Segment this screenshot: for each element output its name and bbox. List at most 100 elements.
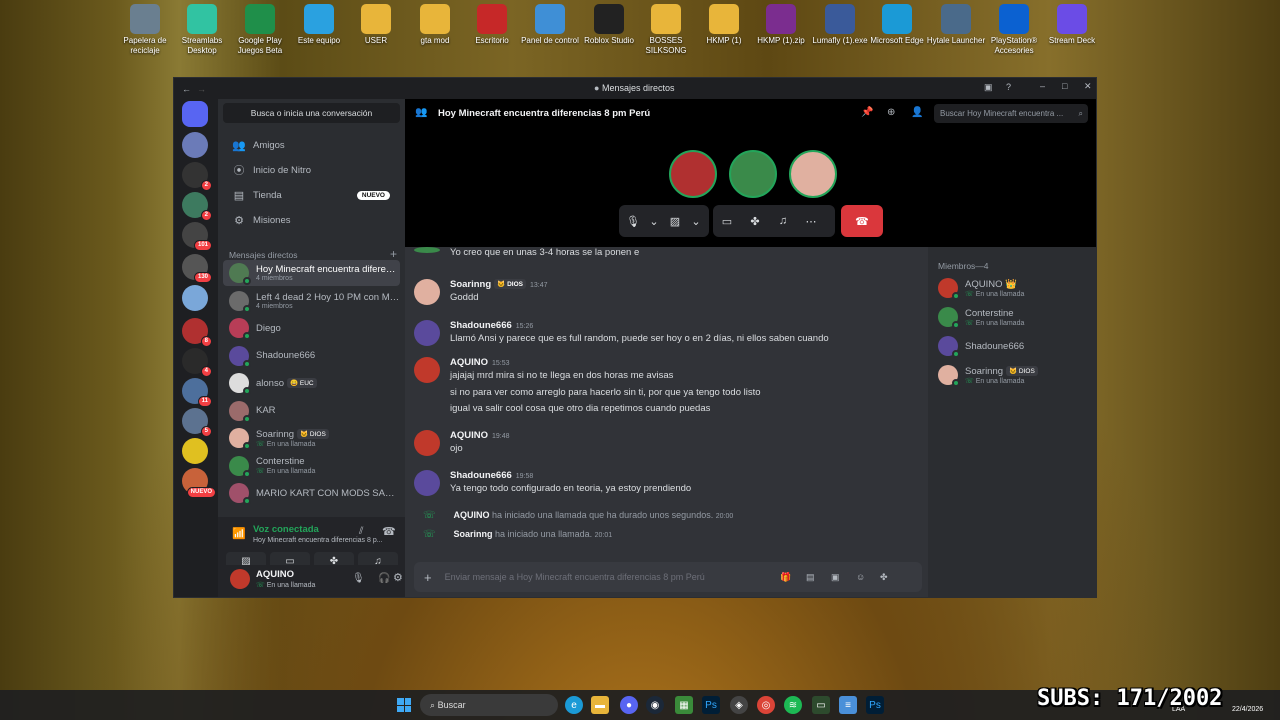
- maximize-button[interactable]: □: [1062, 81, 1067, 91]
- attach-plus-icon[interactable]: +: [424, 570, 432, 585]
- member-item[interactable]: Shadoune666: [938, 334, 1024, 358]
- desktop-shortcut[interactable]: gta mod: [405, 4, 465, 46]
- close-button[interactable]: ✕: [1084, 81, 1092, 92]
- camera-off-icon[interactable]: ▨: [661, 207, 689, 235]
- avatar[interactable]: [414, 279, 440, 305]
- microphone-icon[interactable]: 🎙: [619, 207, 647, 235]
- dm-item[interactable]: KAR: [223, 398, 400, 424]
- message-author[interactable]: Shadoune666 19:58: [450, 470, 533, 481]
- back-arrow-icon[interactable]: ←: [182, 84, 191, 94]
- gif-icon[interactable]: ▤: [806, 572, 815, 583]
- server-icon[interactable]: 4: [182, 348, 212, 377]
- server-icon[interactable]: [182, 438, 208, 464]
- photoshop-icon[interactable]: Ps: [702, 696, 720, 714]
- noise-suppression-icon[interactable]: ⫽: [359, 526, 363, 537]
- sticker-icon[interactable]: ▣: [831, 572, 840, 583]
- pin-icon[interactable]: 📌: [861, 107, 873, 118]
- avatar[interactable]: [414, 320, 440, 346]
- nav-item-inicio[interactable]: ⦿ Inicio de Nitro: [223, 159, 400, 181]
- notepad-icon[interactable]: ≡: [839, 696, 857, 714]
- terminal-icon[interactable]: ▭: [812, 696, 830, 714]
- hang-up-button[interactable]: ☎: [841, 205, 883, 237]
- dm-item[interactable]: alonso 😀 EUC: [223, 370, 400, 396]
- dm-item[interactable]: Soarinng 🐱 DIOS ☏ En una llamada: [223, 425, 400, 451]
- member-item[interactable]: Conterstine ☏ En una llamada: [938, 305, 1024, 329]
- desktop-shortcut[interactable]: HKMP (1).zip: [751, 4, 811, 46]
- desktop-shortcut[interactable]: Escritorio: [462, 4, 522, 46]
- photoshop-icon[interactable]: Ps: [866, 696, 884, 714]
- server-icon[interactable]: [182, 285, 208, 311]
- desktop-shortcut[interactable]: Lumafly (1).exe: [810, 4, 870, 46]
- avatar[interactable]: [414, 357, 440, 383]
- chrome-icon[interactable]: ◎: [757, 696, 775, 714]
- call-participant-avatar[interactable]: [669, 150, 717, 198]
- user-avatar[interactable]: [230, 569, 250, 589]
- message-author[interactable]: Shadoune666 15:26: [450, 320, 533, 331]
- message-author[interactable]: Soarinng 🐱 DIOS 13:47: [450, 279, 548, 290]
- clock-date[interactable]: 22/4/2026: [1232, 706, 1263, 713]
- server-icon[interactable]: 11: [182, 378, 212, 407]
- desktop-shortcut[interactable]: Hytale Launcher: [926, 4, 986, 46]
- server-icon[interactable]: 5: [182, 408, 212, 437]
- nav-item-amigos[interactable]: 👥 Amigos: [223, 134, 400, 156]
- desktop-shortcut[interactable]: USER: [346, 4, 406, 46]
- more-options-icon[interactable]: ⋯: [797, 207, 825, 235]
- chevron-down-icon[interactable]: ⌄: [647, 207, 661, 235]
- desktop-shortcut[interactable]: Roblox Studio: [579, 4, 639, 46]
- message-input[interactable]: Enviar mensaje a Hoy Minecraft encuentra…: [445, 572, 705, 582]
- taskbar-search[interactable]: ⌕ Buscar: [420, 694, 558, 716]
- dm-search-button[interactable]: Busca o inicia una conversación: [223, 103, 400, 123]
- dm-item[interactable]: Left 4 dead 2 Hoy 10 PM con Miembros4 mi…: [223, 288, 400, 314]
- discord-icon[interactable]: ●: [620, 696, 638, 714]
- edge-icon[interactable]: e: [565, 696, 583, 714]
- avatar[interactable]: [414, 430, 440, 456]
- system-author[interactable]: Soarinng: [454, 529, 493, 539]
- server-icon[interactable]: 130: [182, 254, 212, 283]
- steam-icon[interactable]: ◉: [646, 696, 664, 714]
- forward-arrow-icon[interactable]: →: [197, 84, 206, 94]
- disconnect-icon[interactable]: ☎: [382, 525, 396, 538]
- file-explorer-icon[interactable]: ▬: [591, 696, 609, 714]
- minecraft-icon[interactable]: ▦: [675, 696, 693, 714]
- server-icon[interactable]: NUEVO: [182, 468, 216, 498]
- add-friends-icon[interactable]: ⊕: [887, 107, 895, 118]
- desktop-shortcut[interactable]: Papelera de reciclaje: [115, 4, 175, 56]
- nav-item-tienda[interactable]: ▤ Tienda NUEVO: [223, 184, 400, 206]
- server-icon[interactable]: 8: [182, 318, 212, 347]
- start-windows-icon[interactable]: [397, 698, 411, 712]
- activities-icon[interactable]: ✤: [741, 207, 769, 235]
- help-icon[interactable]: ?: [1006, 82, 1011, 92]
- dm-item[interactable]: Conterstine ☏ En una llamada: [223, 453, 400, 479]
- desktop-shortcut[interactable]: Stream Deck: [1042, 4, 1102, 46]
- desktop-shortcut[interactable]: Panel de control: [520, 4, 580, 46]
- settings-gear-icon[interactable]: ⚙: [393, 571, 403, 584]
- dm-item[interactable]: Shadoune666: [223, 343, 400, 369]
- member-list-icon[interactable]: 👤: [911, 107, 923, 118]
- call-participant-avatar[interactable]: [729, 150, 777, 198]
- nav-item-misiones[interactable]: ⚙ Misiones: [223, 209, 400, 231]
- share-screen-icon[interactable]: ▭: [713, 207, 741, 235]
- member-item[interactable]: Soarinng 🐱 DIOS ☏ En una llamada: [938, 363, 1038, 387]
- message-author[interactable]: AQUINO 15:53: [450, 357, 510, 368]
- soundboard-icon[interactable]: ♫: [769, 207, 797, 235]
- user-name[interactable]: AQUINO: [256, 569, 294, 580]
- message-author[interactable]: AQUINO 19:48: [450, 430, 510, 441]
- spotify-icon[interactable]: ≋: [784, 696, 802, 714]
- desktop-shortcut[interactable]: Este equipo: [289, 4, 349, 46]
- desktop-shortcut[interactable]: BOSSES SILKSONG: [636, 4, 696, 56]
- member-item[interactable]: AQUINO 👑 ☏ En una llamada: [938, 276, 1024, 300]
- desktop-shortcut[interactable]: HKMP (1): [694, 4, 754, 46]
- discord-home-icon[interactable]: [182, 101, 208, 127]
- voice-status[interactable]: Voz conectada: [253, 524, 319, 535]
- call-participant-avatar[interactable]: [789, 150, 837, 198]
- desktop-shortcut[interactable]: Streamlabs Desktop: [172, 4, 232, 56]
- channel-search-input[interactable]: Buscar Hoy Minecraft encuentra ... ⌕: [934, 104, 1088, 123]
- gift-icon[interactable]: 🎁: [780, 572, 791, 583]
- dm-item[interactable]: Diego: [223, 315, 400, 341]
- server-icon[interactable]: 101: [182, 222, 212, 251]
- message-composer[interactable]: + Enviar mensaje a Hoy Minecraft encuent…: [414, 562, 922, 592]
- emoji-icon[interactable]: ☺: [856, 572, 865, 582]
- chevron-down-icon[interactable]: ⌄: [689, 207, 703, 235]
- voice-channel-name[interactable]: Hoy Minecraft encuentra diferencias 8 p.…: [253, 537, 383, 544]
- minimize-button[interactable]: –: [1040, 81, 1045, 91]
